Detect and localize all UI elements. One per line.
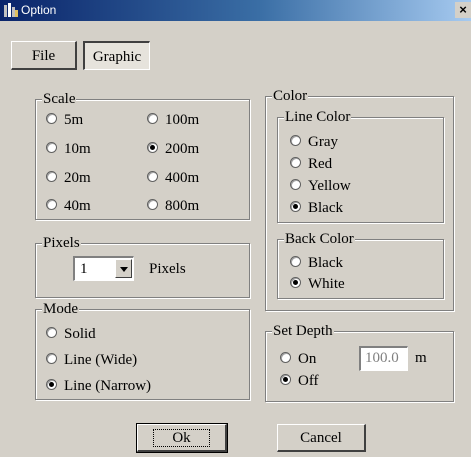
chevron-down-icon[interactable] <box>115 259 132 278</box>
radio-indicator <box>147 199 158 211</box>
radio-label: Off <box>298 373 319 389</box>
line-color-radio-red[interactable]: Red <box>290 155 332 173</box>
radio-label: 40m <box>64 198 91 214</box>
radio-indicator <box>290 256 301 268</box>
radio-indicator <box>147 113 158 125</box>
radio-label: Black <box>308 255 343 271</box>
pixels-select-value: 1 <box>80 261 88 277</box>
radio-label: Red <box>308 156 333 172</box>
scale-radio-20m[interactable]: 20m <box>46 169 91 187</box>
radio-indicator <box>147 142 158 154</box>
tab-graphic[interactable]: Graphic <box>83 41 150 70</box>
radio-indicator <box>290 157 301 169</box>
radio-indicator <box>46 379 57 391</box>
radio-indicator <box>46 171 57 183</box>
radio-label: Gray <box>308 134 338 150</box>
radio-indicator <box>46 199 57 211</box>
radio-label: Solid <box>64 326 96 342</box>
depth-unit-label: m <box>415 350 427 366</box>
app-icon <box>4 3 18 17</box>
radio-indicator <box>290 135 301 147</box>
set-depth-radio-on[interactable]: On <box>280 350 316 368</box>
mode-radio-line-narrow[interactable]: Line (Narrow) <box>46 377 151 395</box>
ok-button[interactable]: Ok <box>136 423 228 453</box>
back-color-radio-black[interactable]: Black <box>290 254 343 272</box>
radio-indicator <box>280 352 291 364</box>
radio-label: Line (Narrow) <box>64 378 152 394</box>
radio-indicator <box>46 353 57 365</box>
radio-indicator <box>290 179 301 191</box>
cancel-button[interactable]: Cancel <box>277 424 366 452</box>
radio-indicator <box>46 113 57 125</box>
pixels-unit-label: Pixels <box>149 261 186 277</box>
pixels-group: Pixels <box>35 234 250 298</box>
radio-label: 100m <box>165 112 200 128</box>
set-depth-radio-off[interactable]: Off <box>280 372 319 390</box>
line-color-radio-yellow[interactable]: Yellow <box>290 177 351 195</box>
radio-label: Line (Wide) <box>64 352 138 368</box>
back-color-legend: Back Color <box>284 230 355 248</box>
scale-radio-200m[interactable]: 200m <box>147 140 199 158</box>
pixels-select[interactable]: 1 <box>73 256 134 281</box>
radio-indicator <box>147 171 158 183</box>
scale-radio-100m[interactable]: 100m <box>147 111 199 129</box>
color-legend: Color <box>272 87 309 105</box>
pixels-legend: Pixels <box>42 234 81 252</box>
scale-radio-400m[interactable]: 400m <box>147 169 199 187</box>
radio-indicator <box>290 277 301 289</box>
line-color-radio-gray[interactable]: Gray <box>290 133 338 151</box>
radio-indicator <box>290 201 301 213</box>
close-icon[interactable]: × <box>455 2 471 18</box>
line-color-radio-black[interactable]: Black <box>290 199 343 217</box>
depth-input[interactable]: 100.0 <box>359 346 408 371</box>
ok-button-label: Ok <box>153 429 210 447</box>
radio-label: 10m <box>64 141 91 157</box>
radio-label: Yellow <box>308 178 351 194</box>
scale-radio-40m[interactable]: 40m <box>46 197 91 215</box>
radio-label: Black <box>308 200 343 216</box>
back-color-radio-white[interactable]: White <box>290 275 345 293</box>
title-bar[interactable]: Option × <box>0 0 471 21</box>
tab-file[interactable]: File <box>11 41 77 70</box>
radio-label: 20m <box>64 170 91 186</box>
radio-indicator <box>46 327 57 339</box>
option-dialog: Option × File Graphic Scale 5m 10m 20m 4… <box>0 0 471 457</box>
radio-label: 200m <box>165 141 200 157</box>
set-depth-legend: Set Depth <box>272 322 334 340</box>
scale-radio-10m[interactable]: 10m <box>46 140 91 158</box>
mode-legend: Mode <box>42 300 79 318</box>
radio-label: On <box>298 351 317 367</box>
scale-radio-5m[interactable]: 5m <box>46 111 83 129</box>
radio-label: 400m <box>165 170 200 186</box>
radio-label: White <box>308 276 345 292</box>
scale-radio-800m[interactable]: 800m <box>147 197 199 215</box>
radio-indicator <box>280 374 291 386</box>
window-title: Option <box>21 3 57 17</box>
mode-radio-solid[interactable]: Solid <box>46 325 96 343</box>
line-color-legend: Line Color <box>284 108 352 126</box>
radio-label: 800m <box>165 198 200 214</box>
radio-label: 5m <box>64 112 84 128</box>
scale-legend: Scale <box>42 90 77 108</box>
mode-radio-line-wide[interactable]: Line (Wide) <box>46 351 137 369</box>
radio-indicator <box>46 142 57 154</box>
